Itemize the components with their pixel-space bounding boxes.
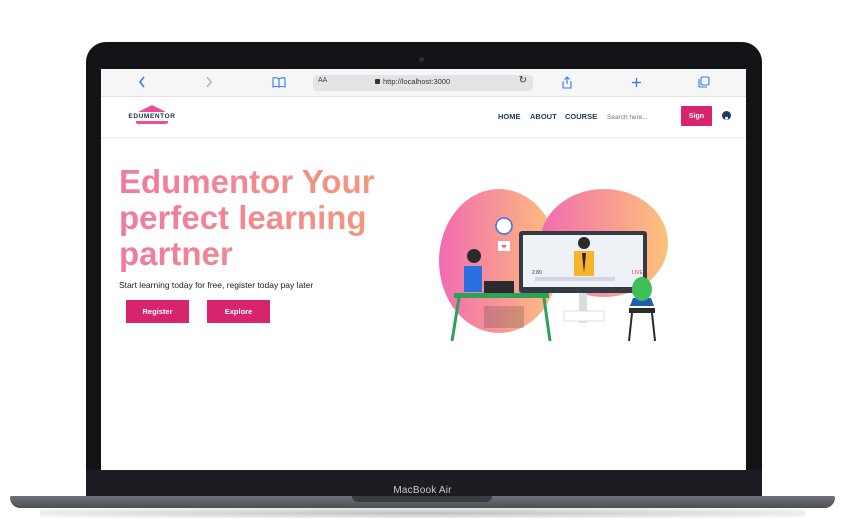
clock-icon — [495, 217, 513, 235]
tabs-icon — [698, 76, 710, 88]
search-input[interactable] — [607, 111, 673, 123]
edumentor-logo[interactable]: EDUMENTOR — [126, 105, 178, 129]
student-head — [467, 249, 481, 263]
base-notch — [352, 496, 492, 502]
nav-about[interactable]: ABOUT — [530, 112, 557, 121]
desk — [454, 293, 549, 298]
plant-leaves — [632, 277, 652, 301]
bookmarks-button[interactable] — [271, 74, 287, 90]
stool — [629, 308, 655, 313]
address-bar[interactable]: AA http://localhost:3000 ↻ — [313, 75, 533, 91]
register-button[interactable]: Register — [126, 300, 189, 323]
site-nav: EDUMENTOR HOME ABOUT COURSE Sign — [101, 97, 746, 138]
online-class-illustration: LIVE 2.80 — [439, 189, 668, 342]
new-tab-button[interactable] — [629, 74, 643, 90]
camera — [419, 57, 424, 62]
back-button[interactable] — [135, 74, 149, 90]
logo-roof — [138, 105, 166, 112]
viewer-count: 2.80 — [532, 270, 542, 276]
nav-course[interactable]: COURSE — [565, 112, 597, 121]
sign-button[interactable]: Sign — [681, 106, 712, 126]
user-silhouette-icon — [723, 116, 730, 123]
reader-aa-button[interactable]: AA — [318, 77, 327, 84]
device-label: MacBook Air — [393, 485, 452, 496]
tabs-button[interactable] — [697, 74, 711, 90]
chevron-right-icon — [206, 76, 213, 88]
forward-button[interactable] — [202, 74, 216, 90]
nav-home[interactable]: HOME — [498, 112, 521, 121]
hero-subtitle: Start learning today for free, register … — [119, 280, 314, 290]
lock-icon — [375, 79, 380, 84]
share-button[interactable] — [560, 74, 574, 90]
book-icon — [272, 76, 286, 88]
plus-icon — [631, 77, 641, 87]
share-icon — [562, 75, 572, 89]
hero-title: Edumentor Your perfect learning partner — [119, 164, 409, 272]
explore-button[interactable]: Explore — [207, 300, 270, 323]
student-shirt — [464, 266, 482, 292]
user-icon[interactable] — [722, 111, 731, 123]
reload-icon[interactable]: ↻ — [519, 75, 527, 86]
base-shadow — [40, 508, 805, 518]
screen: AA http://localhost:3000 ↻ EDUMENTOR HOM… — [101, 69, 746, 470]
laptop — [484, 281, 514, 293]
chevron-left-icon — [138, 76, 145, 88]
url-text: http://localhost:3000 — [383, 77, 451, 86]
browser-toolbar: AA http://localhost:3000 ↻ — [101, 69, 746, 97]
logo-text: EDUMENTOR — [126, 112, 178, 121]
live-badge: LIVE — [632, 270, 644, 276]
teacher-head — [578, 237, 590, 249]
